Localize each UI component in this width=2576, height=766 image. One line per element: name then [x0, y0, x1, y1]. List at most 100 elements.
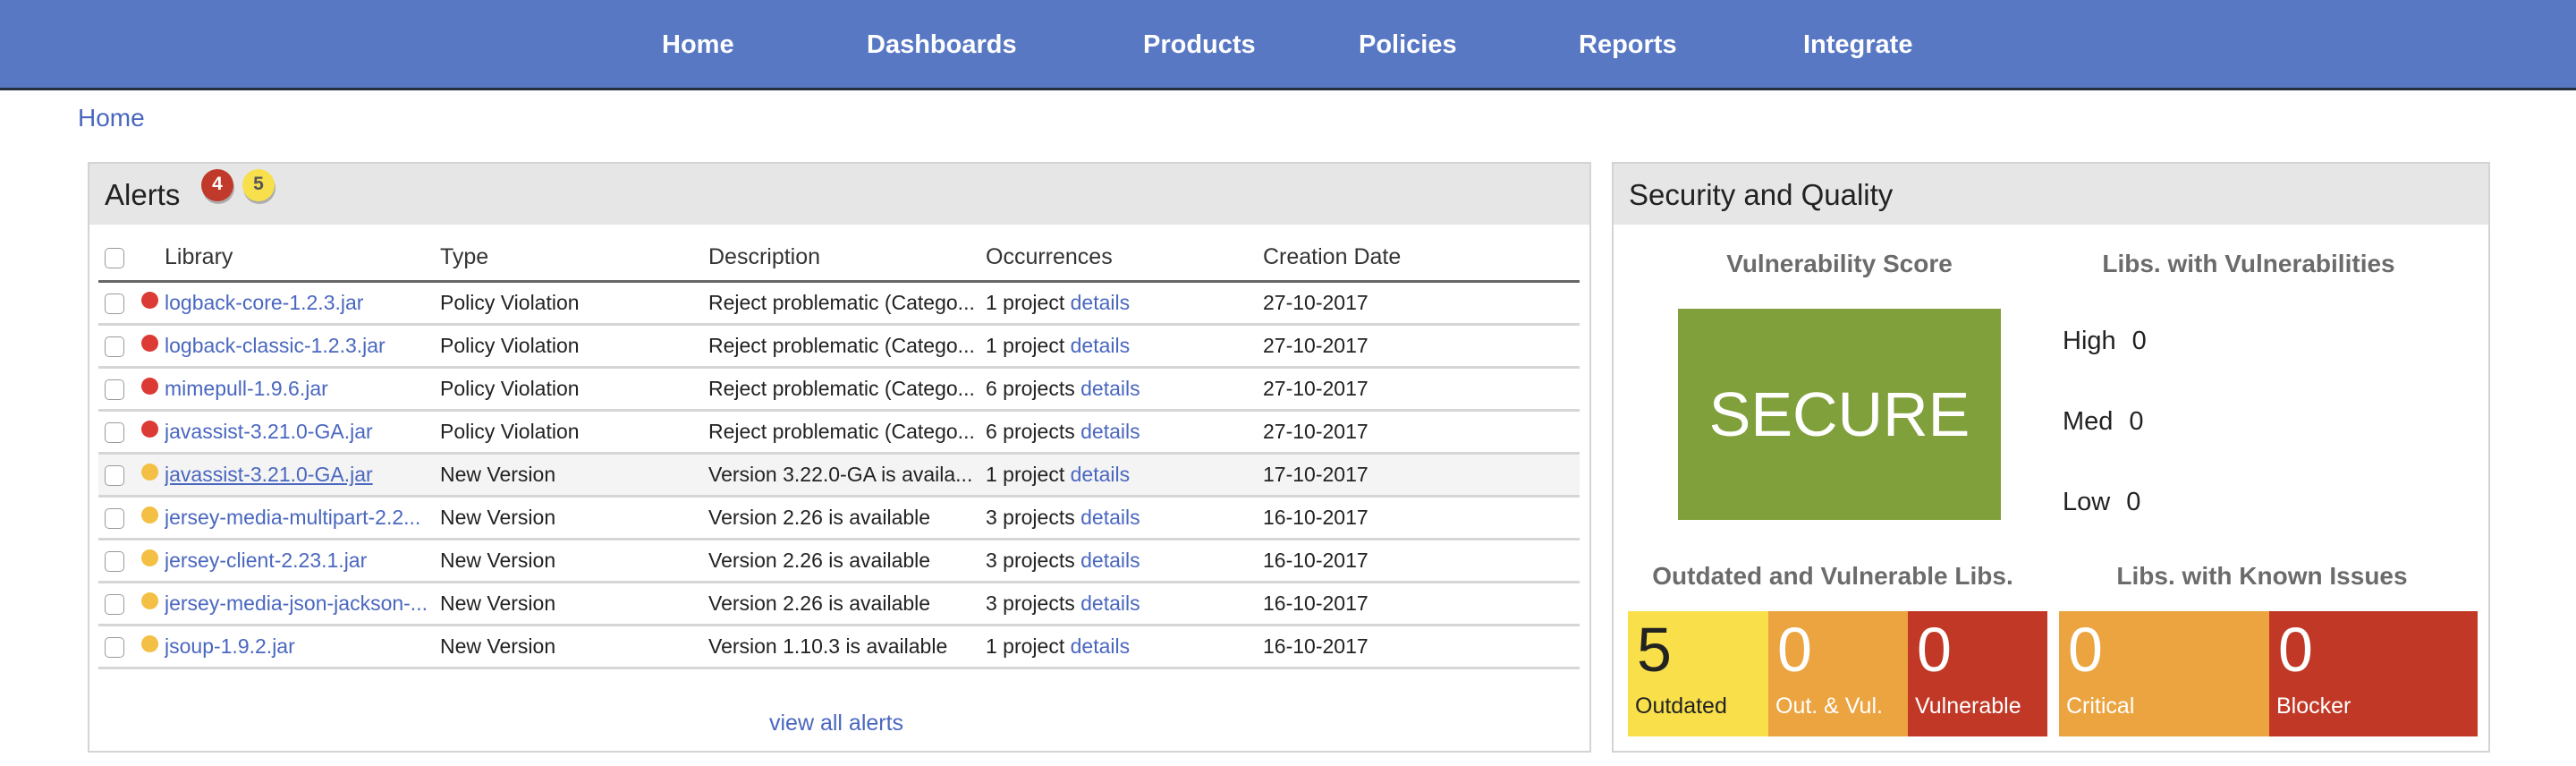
vulnerable-tile[interactable]: 0 Vulnerable [1908, 611, 2047, 736]
red-alert-count-badge[interactable]: 4 [201, 169, 233, 201]
alert-type: New Version [440, 634, 556, 658]
type-cell: Policy Violation [440, 324, 708, 369]
column-header-type[interactable]: Type [440, 234, 708, 283]
alert-row[interactable]: javassist-3.21.0-GA.jar Policy Violation R… [98, 410, 1580, 455]
alert-description: Reject problematic (Catego... [708, 419, 975, 443]
library-link[interactable]: mimepull-1.9.6.jar [165, 377, 433, 401]
nav-reports[interactable]: Reports [1579, 30, 1677, 60]
alerts-panel: Alerts 4 5 Library Type Description Occu… [88, 162, 1591, 753]
library-link[interactable]: javassist-3.21.0-GA.jar [165, 463, 433, 487]
alerts-panel-header: Alerts 4 5 [89, 164, 1589, 225]
alert-row[interactable]: jersey-media-json-jackson-... New Version… [98, 582, 1580, 626]
library-link[interactable]: logback-core-1.2.3.jar [165, 291, 433, 315]
blocker-count: 0 [2278, 615, 2313, 685]
severity-cell [141, 582, 165, 626]
row-checkbox[interactable] [105, 507, 124, 529]
column-header-occurrences[interactable]: Occurrences [986, 234, 1263, 283]
details-link[interactable]: details [1071, 291, 1130, 314]
alert-row[interactable]: mimepull-1.9.6.jar Policy Violation Reject… [98, 367, 1580, 412]
vuln-med-label: Med [2063, 407, 2114, 436]
severity-cell [141, 453, 165, 498]
outdated-tile[interactable]: 5 Outdated [1628, 611, 1768, 736]
nav-policies[interactable]: Policies [1359, 30, 1457, 60]
library-link[interactable]: jersey-client-2.23.1.jar [165, 549, 433, 573]
library-cell: mimepull-1.9.6.jar [165, 367, 440, 412]
severity-cell [141, 367, 165, 412]
view-all-alerts-link[interactable]: view all alerts [769, 711, 903, 736]
row-checkbox-cell [98, 324, 141, 369]
date-cell: 17-10-2017 [1263, 453, 1580, 498]
column-header-library[interactable]: Library [165, 234, 440, 283]
library-link[interactable]: jersey-media-json-jackson-... [165, 592, 433, 616]
vuln-low-row[interactable]: Low 0 [2063, 488, 2140, 517]
critical-label: Critical [2066, 694, 2135, 719]
type-cell: New Version [440, 539, 708, 583]
severity-red-dot-icon [141, 291, 158, 309]
library-link[interactable]: javassist-3.21.0-GA.jar [165, 420, 433, 444]
nav-integrate[interactable]: Integrate [1803, 30, 1912, 60]
severity-red-dot-icon [141, 420, 158, 438]
alert-description: Version 2.26 is available [708, 591, 931, 615]
details-link[interactable]: details [1080, 420, 1140, 443]
description-cell: Version 2.26 is available [708, 582, 986, 626]
column-header-description[interactable]: Description [708, 234, 986, 283]
description-cell: Version 1.10.3 is available [708, 625, 986, 669]
alert-row[interactable]: jersey-media-multipart-2.2... New Version… [98, 496, 1580, 540]
alert-type: New Version [440, 591, 556, 615]
row-checkbox[interactable] [105, 421, 124, 443]
library-cell: jersey-media-multipart-2.2... [165, 496, 440, 540]
row-checkbox[interactable] [105, 293, 124, 314]
row-checkbox[interactable] [105, 336, 124, 357]
library-cell: jsoup-1.9.2.jar [165, 625, 440, 669]
details-link[interactable]: details [1071, 334, 1130, 357]
occurrences-cell: 3 projects details [986, 496, 1263, 540]
details-link[interactable]: details [1080, 377, 1140, 400]
occurrences-count: 6 projects [986, 419, 1075, 443]
out-and-vul-tile[interactable]: 0 Out. & Vul. [1768, 611, 1908, 736]
row-checkbox[interactable] [105, 636, 124, 658]
alert-row[interactable]: javassist-3.21.0-GA.jar New Version Versio… [98, 453, 1580, 498]
row-checkbox[interactable] [105, 379, 124, 400]
row-checkbox[interactable] [105, 593, 124, 615]
alert-row[interactable]: logback-core-1.2.3.jar Policy Violation Re… [98, 281, 1580, 326]
alert-row[interactable]: logback-classic-1.2.3.jar Policy Violatio… [98, 324, 1580, 369]
details-link[interactable]: details [1080, 592, 1140, 615]
row-checkbox-cell [98, 281, 141, 326]
library-cell: jersey-client-2.23.1.jar [165, 539, 440, 583]
breadcrumb-home[interactable]: Home [78, 104, 145, 132]
top-navbar: Home Dashboards Products Policies Report… [0, 0, 2576, 90]
row-checkbox-cell [98, 582, 141, 626]
yellow-alert-count-badge[interactable]: 5 [242, 169, 275, 201]
vulnerability-score-badge[interactable]: SECURE [1678, 309, 2001, 520]
critical-tile[interactable]: 0 Critical [2059, 611, 2269, 736]
details-link[interactable]: details [1080, 506, 1140, 529]
column-header-creation-date[interactable]: Creation Date [1263, 234, 1580, 283]
alert-row[interactable]: jersey-client-2.23.1.jar New Version Versi… [98, 539, 1580, 583]
library-cell: jersey-media-json-jackson-... [165, 582, 440, 626]
date-cell: 27-10-2017 [1263, 367, 1580, 412]
details-link[interactable]: details [1071, 463, 1130, 486]
row-checkbox[interactable] [105, 550, 124, 572]
nav-home[interactable]: Home [662, 30, 734, 60]
nav-dashboards[interactable]: Dashboards [867, 30, 1017, 60]
details-link[interactable]: details [1080, 549, 1140, 572]
creation-date: 17-10-2017 [1263, 462, 1368, 486]
details-link[interactable]: details [1071, 634, 1130, 658]
occurrences-count: 3 projects [986, 548, 1075, 572]
library-link[interactable]: jsoup-1.9.2.jar [165, 634, 433, 659]
library-link[interactable]: jersey-media-multipart-2.2... [165, 506, 433, 530]
type-cell: New Version [440, 625, 708, 669]
vuln-med-row[interactable]: Med 0 [2063, 407, 2144, 437]
library-cell: javassist-3.21.0-GA.jar [165, 453, 440, 498]
date-cell: 16-10-2017 [1263, 496, 1580, 540]
alerts-table: Library Type Description Occurrences Cre… [98, 234, 1580, 669]
blocker-tile[interactable]: 0 Blocker [2269, 611, 2478, 736]
nav-products[interactable]: Products [1143, 30, 1256, 60]
select-all-checkbox[interactable] [105, 247, 124, 268]
alert-description: Version 2.26 is available [708, 548, 931, 572]
row-checkbox[interactable] [105, 464, 124, 486]
alert-row[interactable]: jsoup-1.9.2.jar New Version Version 1.10.3… [98, 625, 1580, 669]
libs-with-vulnerabilities-heading: Libs. with Vulnerabilities [2102, 250, 2395, 277]
library-link[interactable]: logback-classic-1.2.3.jar [165, 334, 433, 358]
vuln-high-row[interactable]: High 0 [2063, 327, 2147, 356]
